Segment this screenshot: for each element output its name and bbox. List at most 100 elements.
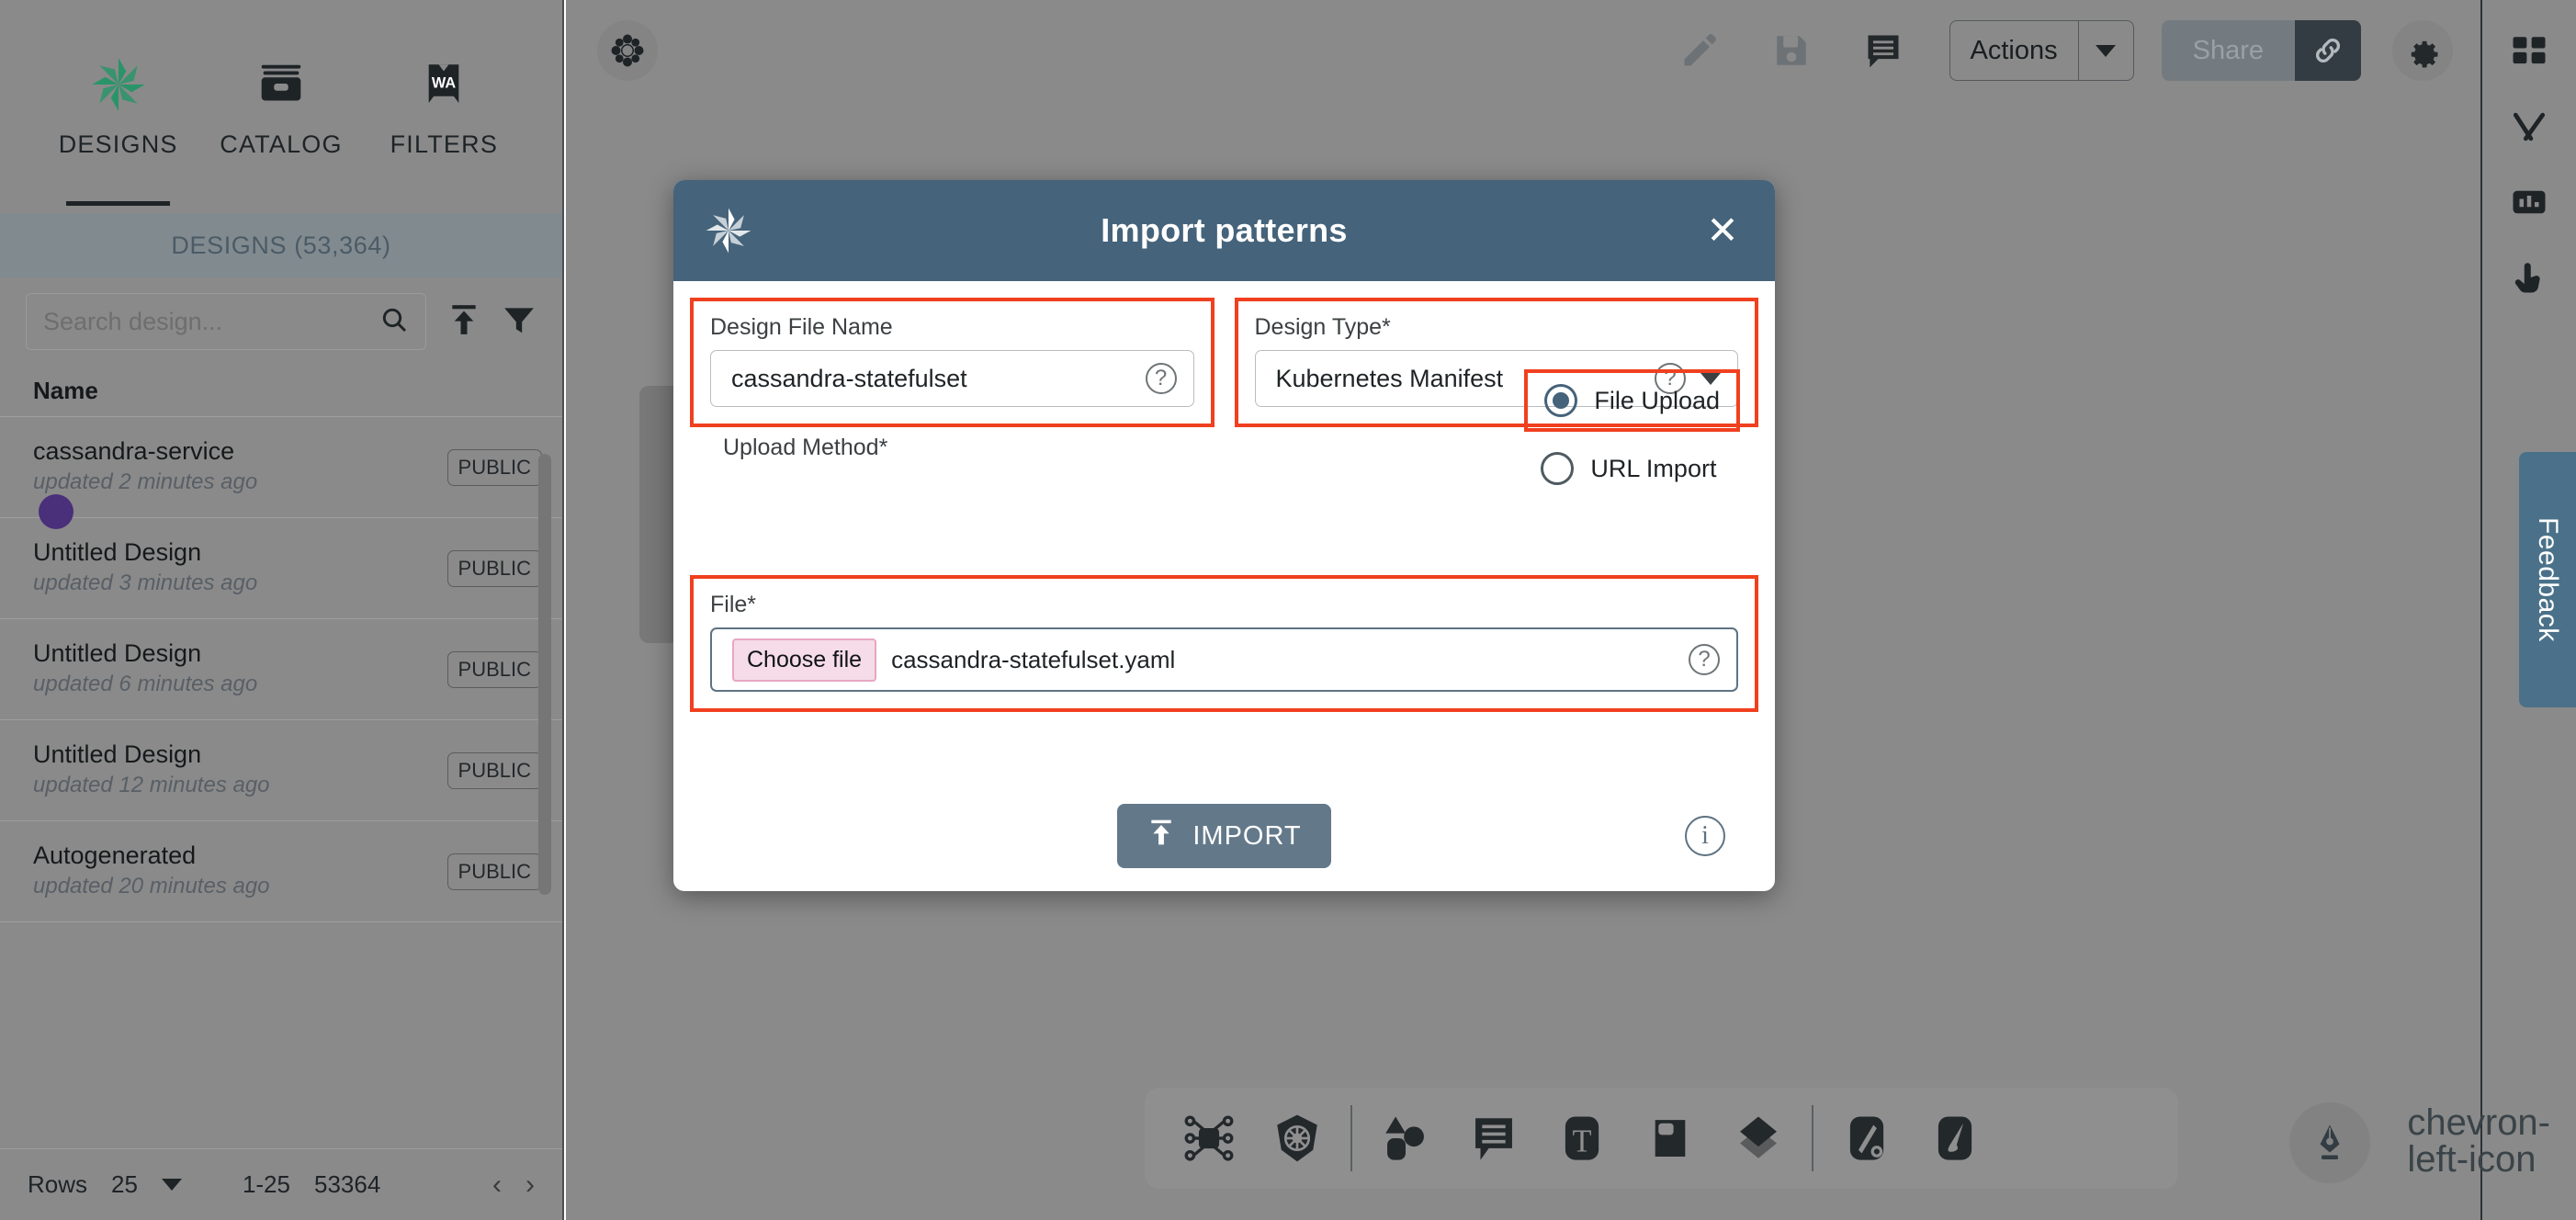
status-badge: PUBLIC [446, 549, 542, 587]
close-icon[interactable]: ✕ [1698, 211, 1747, 250]
design-file-name-label: Design File Name [710, 314, 893, 340]
left-sidebar: DESIGNS CATALOG WA FILTERS DESIGNS (53,3… [0, 0, 564, 1220]
chevron-down-icon[interactable] [161, 1179, 182, 1191]
upload-icon[interactable] [446, 302, 481, 342]
list-scrollbar[interactable] [538, 454, 551, 895]
search-row [0, 277, 562, 366]
rows-per-page-value[interactable]: 25 [111, 1170, 138, 1199]
upload-method-label-text: Upload Method [723, 435, 879, 460]
meshery-logo-icon [701, 203, 756, 258]
search-input[interactable] [43, 307, 379, 336]
import-button-label: IMPORT [1192, 820, 1302, 851]
pen-nib-icon[interactable] [2289, 1102, 2370, 1183]
list-item[interactable]: cassandra-service updated 2 minutes ago … [0, 417, 562, 529]
design-updated: updated 20 minutes ago [33, 874, 270, 899]
design-updated: updated 2 minutes ago [33, 469, 258, 495]
feedback-tab[interactable]: Feedback [2519, 452, 2576, 707]
sidebar-tab-designs[interactable]: DESIGNS [37, 28, 199, 213]
sidebar-tab-catalog[interactable]: CATALOG [199, 28, 362, 213]
design-name: Untitled Design [33, 639, 202, 668]
pagination-next-button[interactable]: › [525, 1169, 535, 1201]
modal-body: Design File Name cassandra-statefulset ?… [673, 281, 1775, 781]
list-column-header-name: Name [0, 366, 562, 417]
sidebar-tab-label: DESIGNS [58, 130, 178, 158]
upload-method-radio-group[interactable]: File Upload URL Import [1524, 369, 1740, 496]
pagination-range: 1-25 [242, 1170, 290, 1198]
design-type-label-text: Design Type [1254, 314, 1383, 340]
shapes-icon[interactable] [1361, 1094, 1450, 1182]
required-marker: * [747, 592, 757, 617]
chosen-file-name: cassandra-statefulset.yaml [891, 645, 1176, 673]
upload-icon [1147, 818, 1176, 854]
status-badge: PUBLIC [446, 448, 542, 486]
actions-button-group[interactable]: Actions [1949, 20, 2134, 81]
chevron-down-icon[interactable] [2077, 21, 2133, 80]
import-patterns-modal[interactable]: Import patterns ✕ Design File Name cassa… [673, 180, 1775, 891]
help-circle-icon[interactable]: ? [1689, 644, 1720, 675]
list-item[interactable]: Untitled Design updated 44 minutes ago P… [0, 922, 562, 933]
kanvas-snowflake-icon[interactable] [597, 20, 658, 81]
actions-button[interactable]: Actions [1950, 21, 2078, 80]
status-badge: PUBLIC [446, 853, 542, 890]
design-updated: updated 3 minutes ago [33, 570, 258, 596]
dashboard-grid-icon[interactable] [2500, 22, 2559, 81]
components-chip-icon[interactable] [1165, 1094, 1253, 1182]
modal-footer: IMPORT i [673, 781, 1775, 891]
pagination-prev-button[interactable]: ‹ [492, 1169, 502, 1201]
pagination-total: 53364 [313, 1170, 381, 1198]
help-circle-icon[interactable]: ? [1145, 363, 1177, 394]
link-icon[interactable] [2295, 20, 2361, 81]
radio-selected-icon[interactable] [1544, 384, 1578, 417]
sticky-note-icon[interactable] [1626, 1094, 1714, 1182]
top-toolbar: Actions Share [566, 0, 2480, 101]
list-item[interactable]: Untitled Design updated 6 minutes ago PU… [0, 619, 562, 720]
list-item[interactable]: Untitled Design updated 3 minutes ago PU… [0, 518, 562, 619]
design-name: Untitled Design [33, 538, 202, 567]
file-field[interactable]: File* Choose file cassandra-statefulset.… [690, 575, 1758, 712]
design-updated: updated 12 minutes ago [33, 773, 270, 798]
radio-url-import-label: URL Import [1590, 454, 1717, 482]
merge-arrows-icon[interactable] [2500, 97, 2559, 156]
design-file-name-field[interactable]: Design File Name cassandra-statefulset ? [690, 298, 1215, 427]
file-input[interactable]: Choose file cassandra-statefulset.yaml ? [710, 627, 1738, 692]
share-button[interactable]: Share [2161, 20, 2295, 81]
pen-tool-icon[interactable] [1823, 1094, 1911, 1182]
share-button-group[interactable]: Share [2161, 20, 2361, 81]
info-circle-icon[interactable]: i [1685, 816, 1725, 856]
choose-file-button[interactable]: Choose file [732, 638, 877, 682]
modal-title: Import patterns [1101, 211, 1348, 249]
comment-icon[interactable] [1450, 1094, 1538, 1182]
meshery-logo-icon [88, 48, 149, 121]
radio-file-upload[interactable]: File Upload [1524, 369, 1740, 432]
design-name: Untitled Design [33, 740, 202, 769]
comment-icon[interactable] [1850, 17, 1916, 84]
pencil-icon[interactable] [1666, 17, 1733, 84]
radio-unselected-icon[interactable] [1541, 452, 1575, 485]
sidebar-tab-filters[interactable]: WA FILTERS [363, 28, 525, 213]
design-file-name-input[interactable]: cassandra-statefulset ? [710, 350, 1194, 407]
radio-url-import[interactable]: URL Import [1524, 441, 1733, 496]
filter-icon[interactable] [502, 302, 537, 342]
highlighter-icon[interactable] [1911, 1094, 1999, 1182]
list-item[interactable]: Autogenerated updated 20 minutes ago PUB… [0, 821, 562, 922]
search-icon[interactable] [379, 305, 409, 339]
sidebar-tab-label: CATALOG [220, 130, 343, 158]
list-item[interactable]: Untitled Design updated 12 minutes ago P… [0, 720, 562, 821]
gear-icon[interactable] [2392, 20, 2453, 81]
kubernetes-helm-icon[interactable] [1253, 1094, 1341, 1182]
import-button[interactable]: IMPORT [1117, 804, 1331, 868]
chevron-left-icon[interactable]: chevron-left-icon [2407, 1104, 2550, 1178]
right-rail: Feedback chevron-left-icon [2407, 0, 2576, 1220]
svg-text:T: T [1572, 1124, 1591, 1159]
design-list[interactable]: cassandra-service updated 2 minutes ago … [0, 417, 562, 933]
bar-chart-icon[interactable] [2500, 173, 2559, 232]
design-updated: updated 6 minutes ago [33, 672, 258, 697]
layers-icon[interactable] [1714, 1094, 1802, 1182]
status-badge: PUBLIC [446, 751, 542, 789]
save-icon[interactable] [1758, 17, 1825, 84]
status-badge: PUBLIC [446, 650, 542, 688]
click-pointer-icon[interactable] [2500, 248, 2559, 307]
text-tool-icon[interactable]: T [1538, 1094, 1626, 1182]
app-root: DESIGNS CATALOG WA FILTERS DESIGNS (53,3… [0, 0, 2576, 1220]
search-input-wrapper[interactable] [26, 293, 426, 350]
